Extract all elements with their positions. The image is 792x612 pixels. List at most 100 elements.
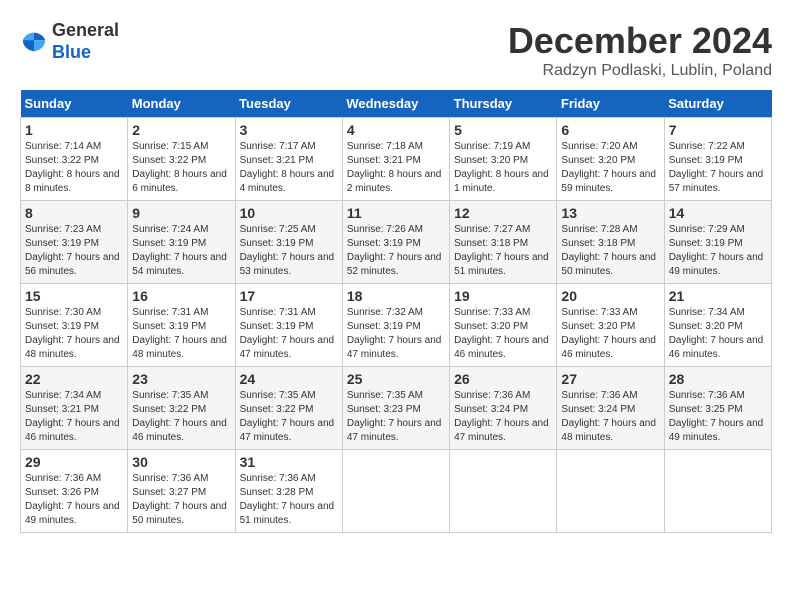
day-number: 14 <box>669 205 767 221</box>
day-info: Sunrise: 7:24 AMSunset: 3:19 PMDaylight:… <box>132 224 227 277</box>
day-number: 11 <box>347 205 445 221</box>
weekday-header-tuesday: Tuesday <box>235 90 342 118</box>
weekday-header-row: SundayMondayTuesdayWednesdayThursdayFrid… <box>21 90 772 118</box>
day-number: 3 <box>240 122 338 138</box>
logo-general: General <box>52 20 119 40</box>
day-info: Sunrise: 7:26 AMSunset: 3:19 PMDaylight:… <box>347 224 442 277</box>
day-info: Sunrise: 7:35 AMSunset: 3:22 PMDaylight:… <box>132 390 227 443</box>
calendar-cell <box>664 450 771 533</box>
calendar-cell <box>557 450 664 533</box>
day-info: Sunrise: 7:19 AMSunset: 3:20 PMDaylight:… <box>454 141 549 194</box>
day-number: 4 <box>347 122 445 138</box>
day-info: Sunrise: 7:14 AMSunset: 3:22 PMDaylight:… <box>25 141 120 194</box>
calendar-cell: 16 Sunrise: 7:31 AMSunset: 3:19 PMDaylig… <box>128 284 235 367</box>
calendar-cell <box>342 450 449 533</box>
weekday-header-monday: Monday <box>128 90 235 118</box>
day-number: 6 <box>561 122 659 138</box>
calendar-cell: 10 Sunrise: 7:25 AMSunset: 3:19 PMDaylig… <box>235 201 342 284</box>
day-info: Sunrise: 7:17 AMSunset: 3:21 PMDaylight:… <box>240 141 335 194</box>
day-number: 20 <box>561 288 659 304</box>
day-info: Sunrise: 7:29 AMSunset: 3:19 PMDaylight:… <box>669 224 764 277</box>
day-number: 31 <box>240 454 338 470</box>
day-info: Sunrise: 7:32 AMSunset: 3:19 PMDaylight:… <box>347 307 442 360</box>
day-number: 19 <box>454 288 552 304</box>
day-info: Sunrise: 7:35 AMSunset: 3:22 PMDaylight:… <box>240 390 335 443</box>
calendar-cell: 31 Sunrise: 7:36 AMSunset: 3:28 PMDaylig… <box>235 450 342 533</box>
calendar-cell: 27 Sunrise: 7:36 AMSunset: 3:24 PMDaylig… <box>557 367 664 450</box>
day-number: 23 <box>132 371 230 387</box>
calendar-cell: 26 Sunrise: 7:36 AMSunset: 3:24 PMDaylig… <box>450 367 557 450</box>
logo-icon <box>20 28 48 56</box>
calendar-cell: 2 Sunrise: 7:15 AMSunset: 3:22 PMDayligh… <box>128 118 235 201</box>
calendar-cell: 15 Sunrise: 7:30 AMSunset: 3:19 PMDaylig… <box>21 284 128 367</box>
day-info: Sunrise: 7:25 AMSunset: 3:19 PMDaylight:… <box>240 224 335 277</box>
day-number: 13 <box>561 205 659 221</box>
logo-blue: Blue <box>52 42 91 62</box>
day-number: 7 <box>669 122 767 138</box>
day-number: 8 <box>25 205 123 221</box>
day-info: Sunrise: 7:20 AMSunset: 3:20 PMDaylight:… <box>561 141 656 194</box>
day-number: 28 <box>669 371 767 387</box>
calendar-cell: 9 Sunrise: 7:24 AMSunset: 3:19 PMDayligh… <box>128 201 235 284</box>
day-info: Sunrise: 7:36 AMSunset: 3:24 PMDaylight:… <box>561 390 656 443</box>
day-info: Sunrise: 7:34 AMSunset: 3:21 PMDaylight:… <box>25 390 120 443</box>
day-number: 1 <box>25 122 123 138</box>
calendar-cell: 8 Sunrise: 7:23 AMSunset: 3:19 PMDayligh… <box>21 201 128 284</box>
calendar-cell: 7 Sunrise: 7:22 AMSunset: 3:19 PMDayligh… <box>664 118 771 201</box>
calendar-cell: 13 Sunrise: 7:28 AMSunset: 3:18 PMDaylig… <box>557 201 664 284</box>
weekday-header-friday: Friday <box>557 90 664 118</box>
calendar-cell: 17 Sunrise: 7:31 AMSunset: 3:19 PMDaylig… <box>235 284 342 367</box>
weekday-header-thursday: Thursday <box>450 90 557 118</box>
day-info: Sunrise: 7:28 AMSunset: 3:18 PMDaylight:… <box>561 224 656 277</box>
week-row-1: 1 Sunrise: 7:14 AMSunset: 3:22 PMDayligh… <box>21 118 772 201</box>
weekday-header-saturday: Saturday <box>664 90 771 118</box>
page-header: General Blue December 2024 Radzyn Podlas… <box>20 20 772 80</box>
day-number: 10 <box>240 205 338 221</box>
calendar-cell: 12 Sunrise: 7:27 AMSunset: 3:18 PMDaylig… <box>450 201 557 284</box>
calendar-cell: 3 Sunrise: 7:17 AMSunset: 3:21 PMDayligh… <box>235 118 342 201</box>
day-number: 18 <box>347 288 445 304</box>
day-number: 5 <box>454 122 552 138</box>
calendar-cell: 21 Sunrise: 7:34 AMSunset: 3:20 PMDaylig… <box>664 284 771 367</box>
day-number: 21 <box>669 288 767 304</box>
day-info: Sunrise: 7:27 AMSunset: 3:18 PMDaylight:… <box>454 224 549 277</box>
location-subtitle: Radzyn Podlaski, Lublin, Poland <box>508 62 772 80</box>
day-info: Sunrise: 7:15 AMSunset: 3:22 PMDaylight:… <box>132 141 227 194</box>
calendar-cell: 29 Sunrise: 7:36 AMSunset: 3:26 PMDaylig… <box>21 450 128 533</box>
day-number: 16 <box>132 288 230 304</box>
day-number: 15 <box>25 288 123 304</box>
title-block: December 2024 Radzyn Podlaski, Lublin, P… <box>508 20 772 80</box>
day-number: 29 <box>25 454 123 470</box>
day-number: 25 <box>347 371 445 387</box>
calendar-table: SundayMondayTuesdayWednesdayThursdayFrid… <box>20 90 772 533</box>
month-title: December 2024 <box>508 20 772 62</box>
day-number: 12 <box>454 205 552 221</box>
calendar-cell: 24 Sunrise: 7:35 AMSunset: 3:22 PMDaylig… <box>235 367 342 450</box>
day-number: 30 <box>132 454 230 470</box>
calendar-cell: 25 Sunrise: 7:35 AMSunset: 3:23 PMDaylig… <box>342 367 449 450</box>
day-number: 17 <box>240 288 338 304</box>
day-info: Sunrise: 7:36 AMSunset: 3:27 PMDaylight:… <box>132 473 227 526</box>
day-info: Sunrise: 7:35 AMSunset: 3:23 PMDaylight:… <box>347 390 442 443</box>
calendar-cell: 19 Sunrise: 7:33 AMSunset: 3:20 PMDaylig… <box>450 284 557 367</box>
weekday-header-wednesday: Wednesday <box>342 90 449 118</box>
week-row-4: 22 Sunrise: 7:34 AMSunset: 3:21 PMDaylig… <box>21 367 772 450</box>
day-info: Sunrise: 7:36 AMSunset: 3:25 PMDaylight:… <box>669 390 764 443</box>
week-row-3: 15 Sunrise: 7:30 AMSunset: 3:19 PMDaylig… <box>21 284 772 367</box>
logo: General Blue <box>20 20 119 63</box>
day-info: Sunrise: 7:36 AMSunset: 3:26 PMDaylight:… <box>25 473 120 526</box>
day-info: Sunrise: 7:30 AMSunset: 3:19 PMDaylight:… <box>25 307 120 360</box>
day-info: Sunrise: 7:23 AMSunset: 3:19 PMDaylight:… <box>25 224 120 277</box>
calendar-cell: 11 Sunrise: 7:26 AMSunset: 3:19 PMDaylig… <box>342 201 449 284</box>
day-info: Sunrise: 7:18 AMSunset: 3:21 PMDaylight:… <box>347 141 442 194</box>
calendar-cell: 14 Sunrise: 7:29 AMSunset: 3:19 PMDaylig… <box>664 201 771 284</box>
week-row-5: 29 Sunrise: 7:36 AMSunset: 3:26 PMDaylig… <box>21 450 772 533</box>
week-row-2: 8 Sunrise: 7:23 AMSunset: 3:19 PMDayligh… <box>21 201 772 284</box>
logo-text: General Blue <box>52 20 119 63</box>
day-number: 24 <box>240 371 338 387</box>
calendar-cell: 4 Sunrise: 7:18 AMSunset: 3:21 PMDayligh… <box>342 118 449 201</box>
calendar-cell: 30 Sunrise: 7:36 AMSunset: 3:27 PMDaylig… <box>128 450 235 533</box>
day-info: Sunrise: 7:33 AMSunset: 3:20 PMDaylight:… <box>561 307 656 360</box>
calendar-cell: 1 Sunrise: 7:14 AMSunset: 3:22 PMDayligh… <box>21 118 128 201</box>
day-number: 9 <box>132 205 230 221</box>
